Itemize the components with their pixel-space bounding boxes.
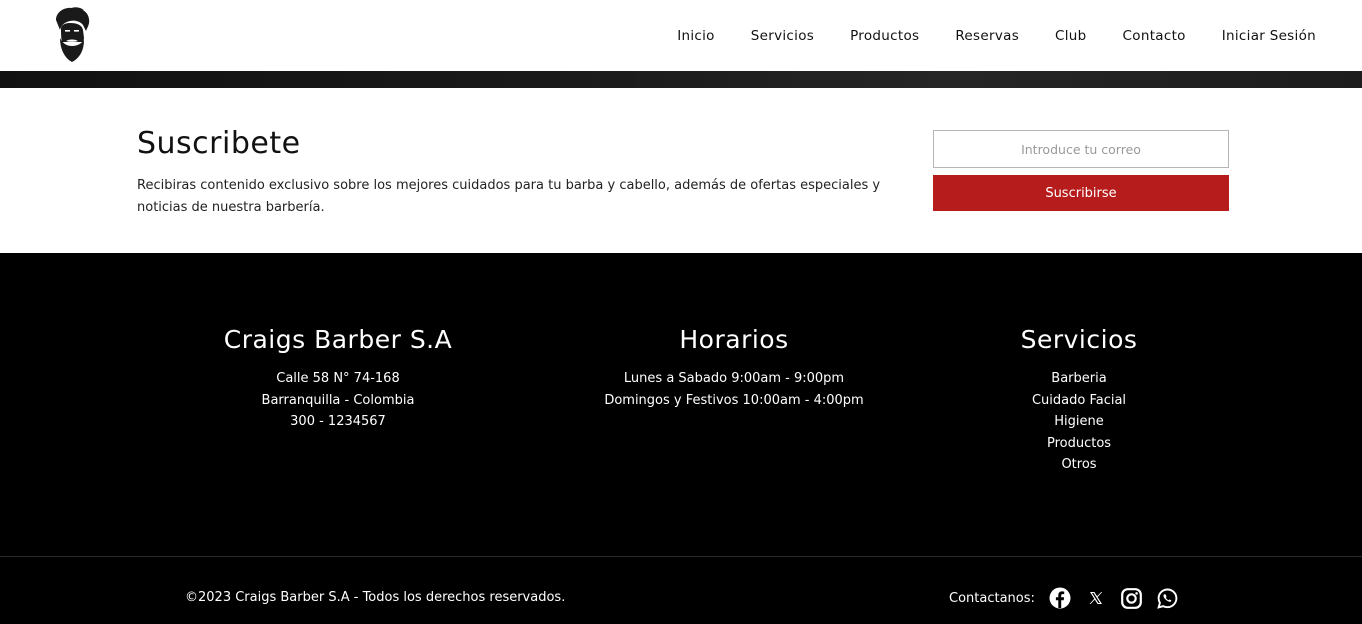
hero-bottom-band [0, 71, 1362, 88]
nav-contacto[interactable]: Contacto [1123, 28, 1186, 44]
company-city: Barranquilla - Colombia [261, 392, 415, 408]
company-address: Calle 58 N° 74-168 [276, 371, 400, 386]
subscribe-button[interactable]: Suscribirse [933, 175, 1229, 211]
x-icon[interactable] [1085, 587, 1107, 609]
email-input[interactable] [933, 130, 1229, 168]
nav-iniciar-sesion[interactable]: Iniciar Sesión [1222, 28, 1316, 44]
services-title: Servicios [1020, 325, 1138, 354]
hours-weekend: Domingos y Festivos 10:00am - 4:00pm [604, 392, 864, 408]
service-item-otros[interactable]: Otros [929, 454, 1229, 476]
instagram-icon[interactable] [1121, 587, 1143, 609]
service-item-higiene[interactable]: Higiene [929, 411, 1229, 433]
company-phone: 300 - 1234567 [290, 414, 386, 429]
nav-club[interactable]: Club [1055, 28, 1087, 44]
nav-productos[interactable]: Productos [850, 28, 919, 44]
service-item-productos[interactable]: Productos [929, 433, 1229, 455]
subscribe-title: Suscribete [137, 126, 301, 161]
service-item-cuidado-facial[interactable]: Cuidado Facial [929, 390, 1229, 412]
contact-links: Contactanos: [949, 583, 1179, 613]
hours-column: Horarios Lunes a Sabado 9:00am - 9:00pm … [584, 325, 884, 411]
nav-reservas[interactable]: Reservas [955, 28, 1019, 44]
site-footer: Craigs Barber S.A Calle 58 N° 74-168 Bar… [0, 253, 1362, 624]
company-info-column: Craigs Barber S.A Calle 58 N° 74-168 Bar… [188, 325, 488, 433]
services-column: Servicios Barberia Cuidado Facial Higien… [929, 325, 1229, 476]
service-item-barberia[interactable]: Barberia [929, 368, 1229, 390]
main-nav: Inicio Servicios Productos Reservas Club… [677, 0, 1316, 71]
copyright-text: ©2023 Craigs Barber S.A - Todos los dere… [185, 590, 566, 605]
subscribe-section: Suscribete Recibiras contenido exclusivo… [0, 88, 1362, 253]
bearded-man-logo-icon[interactable] [50, 6, 92, 64]
site-header: Inicio Servicios Productos Reservas Club… [0, 0, 1362, 71]
company-title: Craigs Barber S.A [223, 325, 453, 354]
hours-title: Horarios [679, 325, 789, 354]
facebook-icon[interactable] [1049, 587, 1071, 609]
footer-divider [0, 556, 1362, 557]
contact-label: Contactanos: [949, 590, 1035, 606]
whatsapp-icon[interactable] [1157, 587, 1179, 609]
nav-servicios[interactable]: Servicios [751, 28, 814, 44]
subscribe-description: Recibiras contenido exclusivo sobre los … [137, 178, 881, 215]
hours-weekday: Lunes a Sabado 9:00am - 9:00pm [623, 371, 845, 386]
nav-inicio[interactable]: Inicio [677, 28, 715, 44]
